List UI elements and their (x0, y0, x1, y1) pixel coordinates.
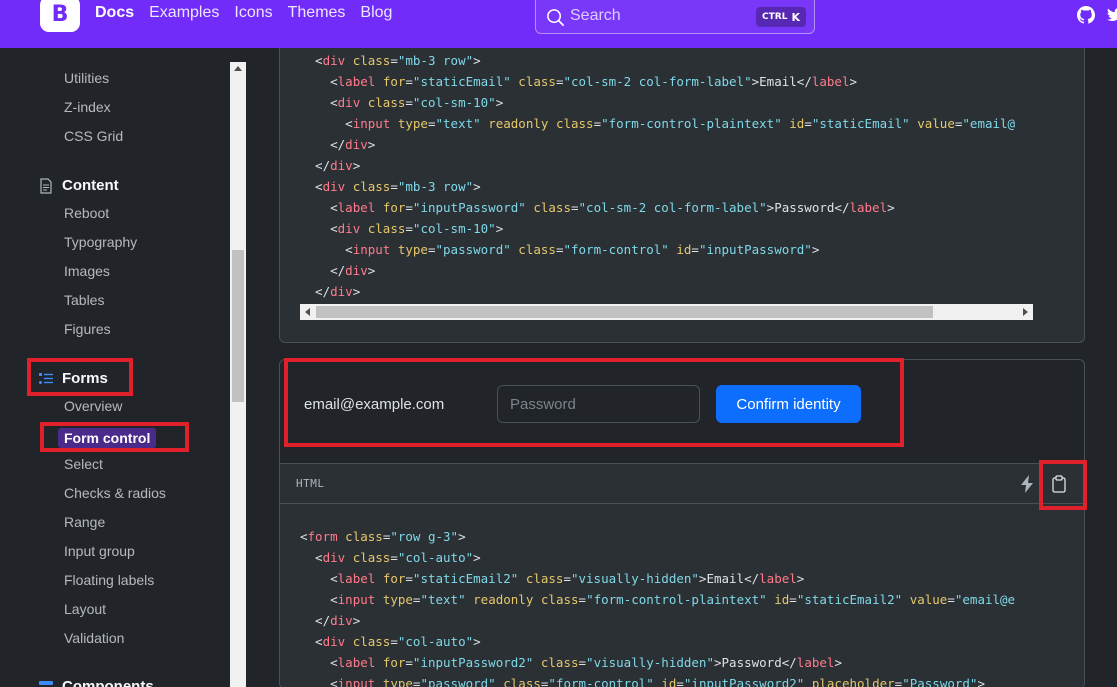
nav-link-themes[interactable]: Themes (288, 4, 346, 22)
code-horizontal-scrollbar[interactable] (300, 304, 1033, 320)
code-block-top: <div class="mb-3 row"> <label for="stati… (300, 53, 1016, 299)
clipboard-icon[interactable] (1051, 475, 1067, 493)
sidebar-heading-forms: Forms (38, 370, 108, 387)
sidebar-item-utilities[interactable]: Utilities (64, 70, 109, 86)
scroll-up-arrow[interactable] (234, 66, 242, 71)
sidebar-item-figures[interactable]: Figures (64, 321, 111, 337)
nav-link-icons[interactable]: Icons (234, 4, 272, 22)
sidebar-item-input-group[interactable]: Input group (64, 543, 135, 559)
password-input[interactable] (497, 385, 700, 423)
nav-links: Docs Examples Icons Themes Blog (95, 4, 392, 22)
sidebar-item-z-index[interactable]: Z-index (64, 99, 111, 115)
sidebar-item-tables[interactable]: Tables (64, 292, 104, 308)
sidebar: Utilities Z-index CSS Grid Content Reboo… (0, 48, 248, 687)
code-block-bottom: <form class="row g-3"> <div class="col-a… (300, 529, 1016, 687)
sidebar-heading-components: Components (38, 678, 154, 687)
sidebar-item-validation[interactable]: Validation (64, 630, 124, 646)
sidebar-item-images[interactable]: Images (64, 263, 110, 279)
sidebar-item-form-control[interactable]: Form control (58, 428, 157, 448)
nav-link-docs[interactable]: Docs (95, 4, 134, 22)
components-icon (39, 680, 53, 687)
search-shortcut: CTRL K (756, 7, 806, 27)
static-email-text: email@example.com (304, 396, 445, 413)
nav-link-blog[interactable]: Blog (360, 4, 392, 22)
sidebar-item-range[interactable]: Range (64, 514, 105, 530)
sidebar-item-select[interactable]: Select (64, 456, 103, 472)
github-icon[interactable] (1077, 6, 1095, 24)
scroll-right-arrow[interactable] (1023, 308, 1028, 316)
sidebar-item-floating-labels[interactable]: Floating labels (64, 572, 154, 588)
sidebar-heading-label: Content (62, 177, 119, 194)
code-language-label: HTML (296, 477, 325, 490)
twitter-icon[interactable] (1107, 8, 1117, 22)
sidebar-item-typography[interactable]: Typography (64, 234, 137, 250)
sidebar-heading-content: Content (38, 177, 119, 194)
sidebar-heading-label: Forms (62, 370, 108, 387)
sidebar-item-checks-radios[interactable]: Checks & radios (64, 485, 166, 501)
file-icon (40, 177, 52, 194)
bootstrap-logo[interactable]: B (40, 0, 80, 32)
bolt-icon[interactable] (1019, 475, 1035, 493)
search-placeholder: Search (570, 7, 621, 24)
scroll-left-arrow[interactable] (305, 308, 310, 316)
nav-link-examples[interactable]: Examples (149, 4, 219, 22)
list-icon (39, 372, 53, 384)
code-scrollbar-thumb[interactable] (316, 306, 933, 318)
sidebar-item-reboot[interactable]: Reboot (64, 205, 109, 221)
example-preview: email@example.com Confirm identity (280, 360, 1084, 463)
sidebar-item-css-grid[interactable]: CSS Grid (64, 128, 123, 144)
search-icon (547, 9, 564, 26)
confirm-identity-button[interactable]: Confirm identity (716, 385, 861, 423)
code-header-bar: HTML (280, 463, 1084, 504)
sidebar-item-overview[interactable]: Overview (64, 398, 122, 414)
search-button[interactable]: Search CTRL K (535, 0, 815, 34)
top-navbar: B Docs Examples Icons Themes Blog Search… (0, 0, 1117, 48)
sidebar-item-layout[interactable]: Layout (64, 601, 106, 617)
sidebar-heading-label: Components (62, 678, 154, 687)
sidebar-scrollbar-thumb[interactable] (232, 250, 244, 402)
